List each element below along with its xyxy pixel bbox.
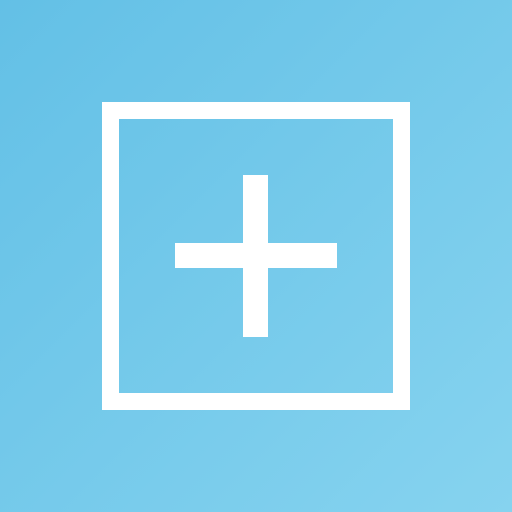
app-icon-canvas <box>0 0 512 512</box>
plus-vertical-bar <box>243 175 268 337</box>
plus-icon <box>175 175 337 337</box>
